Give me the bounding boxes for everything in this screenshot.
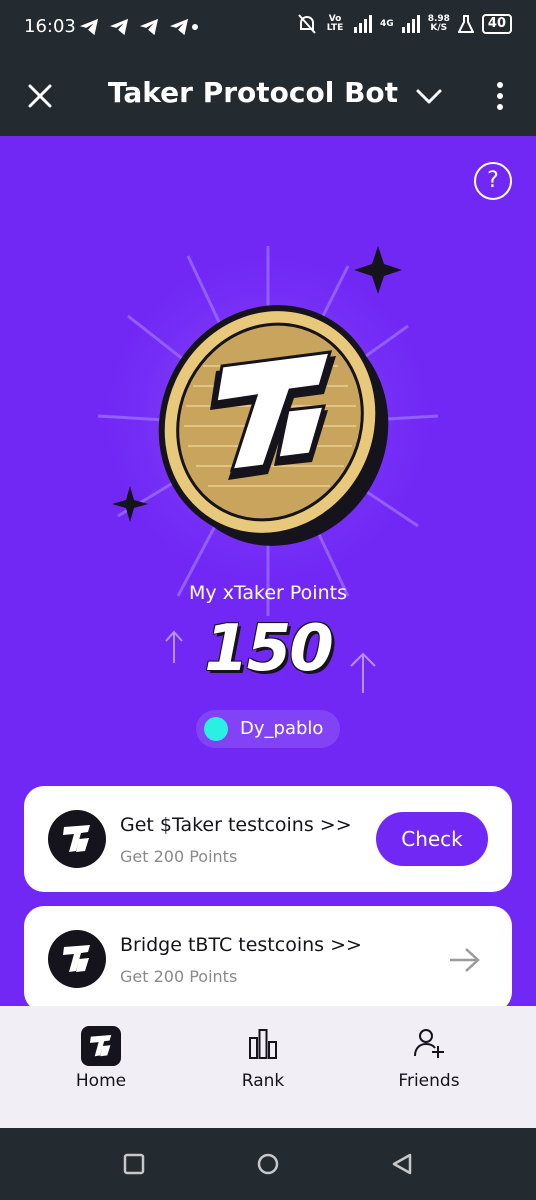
recent-apps-icon[interactable] <box>122 1152 146 1176</box>
bar-chart-icon <box>249 1029 277 1059</box>
main-content: ? My xTaker Points 150 Dy_pablo Get $Tak… <box>0 136 536 1006</box>
telegram-icon <box>139 18 159 36</box>
check-button[interactable]: Check <box>376 812 488 866</box>
telegram-icon <box>79 18 99 36</box>
telegram-icon <box>169 18 189 36</box>
notification-icons <box>78 17 190 37</box>
system-nav-bar <box>0 1128 536 1200</box>
arrow-up-icon <box>350 652 376 693</box>
nav-item-rank[interactable]: Rank <box>198 1026 328 1106</box>
chevron-down-icon[interactable] <box>414 84 444 108</box>
taker-logo-icon <box>48 930 106 988</box>
nav-item-friends[interactable]: Friends <box>364 1026 494 1106</box>
taker-logo-icon <box>81 1026 121 1066</box>
arrow-right-icon[interactable] <box>448 946 480 974</box>
more-vertical-icon[interactable] <box>488 80 512 112</box>
taker-coin-image <box>98 246 438 616</box>
status-time: 16:03 <box>24 16 76 37</box>
task-reward: Get 200 Points <box>120 847 238 866</box>
task-reward: Get 200 Points <box>120 967 238 986</box>
task-title: Get $Taker testcoins >> <box>120 814 352 836</box>
task-title: Bridge tBTC testcoins >> <box>120 934 362 956</box>
nav-label-home: Home <box>75 1071 127 1091</box>
home-circle-icon[interactable] <box>256 1152 280 1176</box>
status-bar: 16:03 Vo LTE 4G 8.98 K/S 40 <box>0 0 536 56</box>
volte-indicator: Vo LTE <box>326 14 344 33</box>
back-triangle-icon[interactable] <box>390 1152 414 1176</box>
taker-logo-icon <box>48 810 106 868</box>
user-avatar <box>204 717 228 741</box>
signal-icon <box>401 15 420 33</box>
nav-label-rank: Rank <box>241 1071 285 1091</box>
nav-label-friends: Friends <box>398 1071 460 1091</box>
nav-item-home[interactable]: Home <box>36 1026 166 1106</box>
more-notifications-dot <box>192 24 198 30</box>
task-card-get-taker[interactable]: Get $Taker testcoins >> Get 200 Points C… <box>24 786 512 892</box>
bell-off-icon <box>298 14 316 34</box>
help-icon[interactable]: ? <box>474 162 512 200</box>
add-person-icon <box>414 1029 444 1058</box>
network-4g-label: 4G <box>380 18 394 29</box>
username: Dy_pablo <box>240 718 324 739</box>
user-chip: Dy_pablo <box>196 710 340 748</box>
points-label: My xTaker Points <box>189 582 347 604</box>
status-indicators: Vo LTE 4G 8.98 K/S 40 <box>298 14 512 34</box>
battery-indicator: 40 <box>481 14 512 34</box>
task-card-bridge-tbtc[interactable]: Bridge tBTC testcoins >> Get 200 Points <box>24 906 512 1006</box>
app-bar: Taker Protocol Bot <box>0 56 536 136</box>
network-speed: 8.98 K/S <box>427 14 450 33</box>
bottom-nav: Home Rank Friends <box>0 1006 536 1128</box>
signal-icon <box>354 15 373 33</box>
telegram-icon <box>109 18 129 36</box>
app-title: Taker Protocol Bot <box>107 76 399 109</box>
flask-icon <box>457 15 474 33</box>
points-value: 150 <box>204 612 334 686</box>
